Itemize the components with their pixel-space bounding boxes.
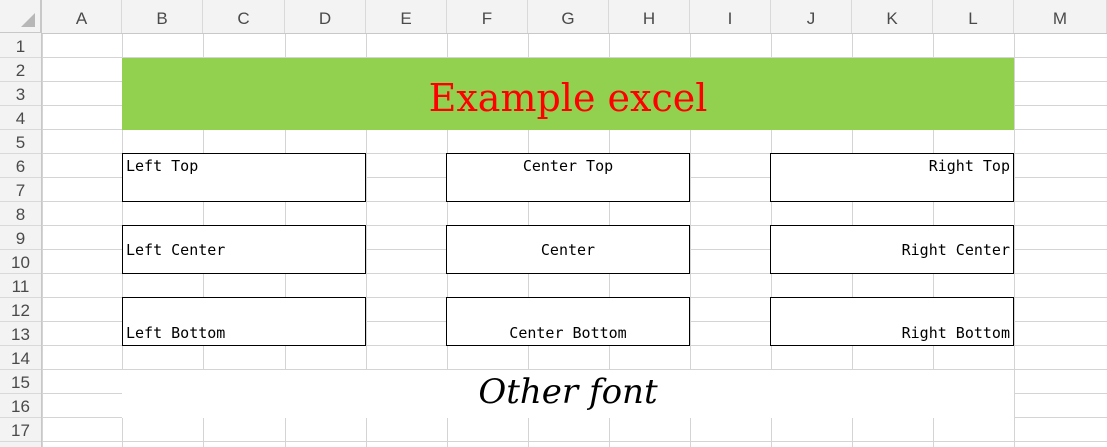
cell-center-top[interactable]: Center Top xyxy=(446,153,690,202)
merged-other-font-cell[interactable]: Other font xyxy=(122,370,1014,418)
column-header-l[interactable]: L xyxy=(933,0,1014,33)
select-all-button[interactable] xyxy=(0,0,41,33)
cell-right-center[interactable]: Right Center xyxy=(770,225,1014,274)
cell-right-bottom-text: Right Bottom xyxy=(901,324,1010,342)
cell-left-top[interactable]: Left Top xyxy=(122,153,366,202)
row-header-6[interactable]: 6 xyxy=(0,154,41,178)
column-header-i[interactable]: I xyxy=(690,0,771,33)
column-header-c[interactable]: C xyxy=(203,0,285,33)
row-header-12[interactable]: 12 xyxy=(0,298,41,322)
cell-left-center-text: Left Center xyxy=(126,240,226,259)
cell-left-center[interactable]: Left Center xyxy=(122,225,366,274)
gridline-vertical xyxy=(1014,34,1015,447)
column-header-e[interactable]: E xyxy=(366,0,447,33)
cell-center[interactable]: Center xyxy=(446,225,690,274)
row-header-13[interactable]: 13 xyxy=(0,322,41,346)
row-header-2[interactable]: 2 xyxy=(0,58,41,82)
row-header-9[interactable]: 9 xyxy=(0,226,41,250)
cell-center-text: Center xyxy=(540,240,596,259)
row-header-7[interactable]: 7 xyxy=(0,178,41,202)
row-header-15[interactable]: 15 xyxy=(0,370,41,394)
row-header-16[interactable]: 16 xyxy=(0,394,41,418)
select-all-triangle-icon xyxy=(21,13,35,27)
row-header-14[interactable]: 14 xyxy=(0,346,41,370)
cell-center-bottom-text: Center Bottom xyxy=(509,324,627,342)
column-header-a[interactable]: A xyxy=(42,0,122,33)
cell-right-top[interactable]: Right Top xyxy=(770,153,1014,202)
merged-title-cell[interactable]: Example excel xyxy=(122,58,1014,130)
column-header-f[interactable]: F xyxy=(447,0,528,33)
column-header-b[interactable]: B xyxy=(122,0,203,33)
cell-right-bottom[interactable]: Right Bottom xyxy=(770,297,1014,346)
cell-center-bottom[interactable]: Center Bottom xyxy=(446,297,690,346)
column-header-k[interactable]: K xyxy=(852,0,933,33)
row-header-8[interactable]: 8 xyxy=(0,202,41,226)
column-header-h[interactable]: H xyxy=(609,0,690,33)
cell-center-top-text: Center Top xyxy=(522,157,614,175)
column-header-g[interactable]: G xyxy=(528,0,609,33)
gridline-horizontal xyxy=(42,441,1107,442)
column-header-j[interactable]: J xyxy=(771,0,852,33)
row-header-5[interactable]: 5 xyxy=(0,130,41,154)
row-header-4[interactable]: 4 xyxy=(0,106,41,130)
row-header-3[interactable]: 3 xyxy=(0,82,41,106)
row-header-1[interactable]: 1 xyxy=(0,34,41,58)
cell-left-top-text: Left Top xyxy=(126,157,199,175)
column-header-d[interactable]: D xyxy=(285,0,366,33)
cell-left-bottom-text: Left Bottom xyxy=(126,324,226,342)
gridline-vertical xyxy=(42,34,43,447)
spreadsheet[interactable]: ABCDEFGHIJKLM 1 2 3 4 5 6 7 8 9 10 11 12 13 14 15 16 17 … xyxy=(0,0,1107,447)
cell-right-top-text: Right Top xyxy=(928,157,1010,175)
cell-right-center-text: Right Center xyxy=(901,240,1010,259)
column-header-m[interactable]: M xyxy=(1014,0,1107,33)
cell-left-bottom[interactable]: Left Bottom xyxy=(122,297,366,346)
row-header-11[interactable]: 11 xyxy=(0,274,41,298)
row-header-17[interactable]: 17 xyxy=(0,418,41,442)
row-header-10[interactable]: 10 xyxy=(0,250,41,274)
